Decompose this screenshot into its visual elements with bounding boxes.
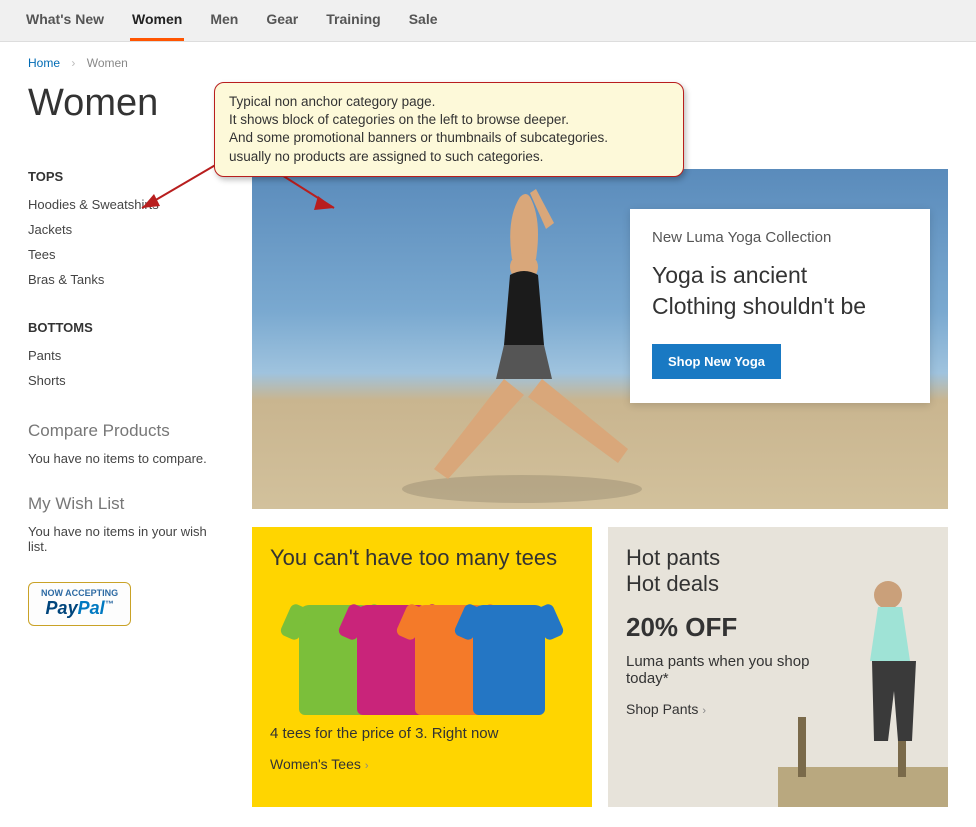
shop-new-yoga-button[interactable]: Shop New Yoga	[652, 344, 781, 379]
hero-card: New Luma Yoga Collection Yoga is ancient…	[630, 209, 930, 403]
main-content: New Luma Yoga Collection Yoga is ancient…	[252, 169, 948, 807]
sidebar-item-bras-tanks[interactable]: Bras & Tanks	[28, 267, 228, 292]
promo-tees-title: You can't have too many tees	[270, 545, 574, 571]
pants-figure-illustration	[778, 567, 948, 807]
breadcrumb: Home › Women	[0, 42, 976, 76]
annotation-callout: Typical non anchor category page. It sho…	[214, 82, 684, 177]
wishlist-empty: You have no items in your wish list.	[28, 524, 228, 554]
yoga-figure-illustration	[392, 189, 652, 509]
compare-title: Compare Products	[28, 421, 228, 441]
hero-headline: Yoga is ancient Clothing shouldn't be	[652, 260, 908, 322]
sidebar-heading-bottoms: Bottoms	[28, 320, 228, 335]
promo-tees[interactable]: You can't have too many tees 4 tees for …	[252, 527, 592, 807]
sidebar: Tops Hoodies & Sweatshirts Jackets Tees …	[28, 169, 228, 807]
wishlist-title: My Wish List	[28, 494, 228, 514]
sidebar-item-shorts[interactable]: Shorts	[28, 368, 228, 393]
shop-pants-link[interactable]: Shop Pants›	[626, 701, 706, 717]
paypal-badge[interactable]: NOW ACCEPTING PayPal™	[28, 582, 131, 626]
nav-gear[interactable]: Gear	[264, 0, 300, 41]
compare-empty: You have no items to compare.	[28, 451, 228, 466]
sidebar-item-tees[interactable]: Tees	[28, 242, 228, 267]
paypal-line1: NOW ACCEPTING	[41, 588, 118, 598]
hero-eyebrow: New Luma Yoga Collection	[652, 229, 908, 246]
breadcrumb-current: Women	[87, 56, 128, 70]
sidebar-item-pants[interactable]: Pants	[28, 343, 228, 368]
nav-women[interactable]: Women	[130, 0, 184, 41]
womens-tees-link[interactable]: Women's Tees›	[270, 756, 369, 772]
chevron-right-icon: ›	[702, 705, 706, 717]
chevron-right-icon: ›	[365, 760, 369, 772]
tees-illustration	[270, 585, 574, 715]
nav-training[interactable]: Training	[324, 0, 382, 41]
chevron-right-icon: ›	[71, 56, 75, 70]
nav-men[interactable]: Men	[208, 0, 240, 41]
promo-tees-sub: 4 tees for the price of 3. Right now	[270, 725, 574, 742]
nav-sale[interactable]: Sale	[407, 0, 440, 41]
main-nav: What's New Women Men Gear Training Sale	[24, 0, 952, 41]
breadcrumb-home[interactable]: Home	[28, 56, 60, 70]
promo-hot-pants[interactable]: Hot pantsHot deals 20% OFF Luma pants wh…	[608, 527, 948, 807]
nav-whats-new[interactable]: What's New	[24, 0, 106, 41]
